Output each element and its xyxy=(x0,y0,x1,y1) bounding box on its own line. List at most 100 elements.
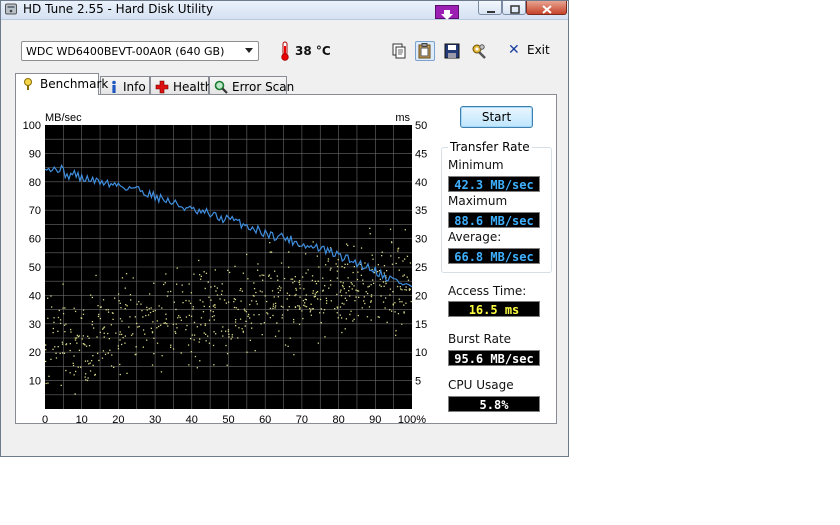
access-time-point xyxy=(234,265,236,267)
access-time-point xyxy=(389,228,392,230)
access-time-point xyxy=(257,269,259,271)
access-time-point xyxy=(90,294,92,296)
access-time-point xyxy=(107,311,110,313)
minimize-button[interactable] xyxy=(478,1,502,15)
access-time-point xyxy=(91,324,93,326)
y-axis-left-tick-label: 100 xyxy=(23,120,41,132)
access-time-point xyxy=(125,304,127,306)
access-time-point xyxy=(302,300,305,302)
clipboard-icon xyxy=(418,43,431,59)
access-time-point xyxy=(173,301,175,303)
access-time-point xyxy=(257,263,259,265)
access-time-point xyxy=(76,334,78,337)
access-time-point xyxy=(170,290,172,293)
access-time-point xyxy=(269,251,271,253)
access-time-point xyxy=(401,301,403,303)
access-time-point xyxy=(280,305,283,307)
access-time-point xyxy=(103,326,106,328)
access-time-point xyxy=(334,308,336,310)
access-time-point xyxy=(108,338,110,340)
access-time-point xyxy=(59,319,62,321)
access-time-point xyxy=(176,283,178,285)
tab-benchmark[interactable]: Benchmark xyxy=(15,73,108,95)
access-time-point xyxy=(315,283,318,285)
access-time-point xyxy=(124,287,126,289)
start-button[interactable]: Start xyxy=(460,106,533,128)
burst-rate-label: Burst Rate xyxy=(448,332,512,346)
access-time-point xyxy=(59,352,61,355)
access-time-point xyxy=(233,306,236,309)
access-time-point xyxy=(348,286,351,288)
overlay-download-button[interactable] xyxy=(435,5,459,20)
access-time-point xyxy=(212,344,215,347)
access-time-point xyxy=(160,371,163,373)
access-time-point xyxy=(368,285,370,287)
save-button[interactable] xyxy=(442,41,462,61)
access-time-point xyxy=(63,324,66,326)
tab-error-scan[interactable]: Error Scan xyxy=(209,76,294,95)
access-time-point xyxy=(62,283,64,285)
access-time-point xyxy=(399,286,401,288)
copy-text-button[interactable] xyxy=(389,41,409,61)
access-time-point xyxy=(109,349,111,351)
tab-health[interactable]: Health xyxy=(150,76,212,95)
access-time-point xyxy=(74,337,76,339)
access-time-point xyxy=(165,273,167,275)
access-time-point xyxy=(122,337,124,339)
access-time-point xyxy=(342,282,344,284)
access-time-point xyxy=(87,360,89,362)
access-time-point xyxy=(368,306,371,308)
y-axis-right-tick-label: 30 xyxy=(415,234,427,246)
access-time-point xyxy=(147,314,150,316)
access-time-point xyxy=(211,316,214,318)
access-time-point xyxy=(322,277,324,279)
access-time-point xyxy=(358,296,360,298)
access-time-point xyxy=(192,308,194,310)
access-time-point xyxy=(80,317,82,319)
access-time-point xyxy=(317,342,319,344)
options-button[interactable] xyxy=(469,41,489,61)
close-button[interactable] xyxy=(526,1,567,15)
access-time-point xyxy=(210,286,212,288)
down-arrow-icon xyxy=(441,10,453,20)
access-time-point xyxy=(352,271,354,274)
access-time-point xyxy=(50,295,52,297)
access-time-point xyxy=(198,259,200,262)
access-time-point xyxy=(261,274,263,276)
access-time-point xyxy=(339,314,341,316)
access-time-point xyxy=(234,298,237,301)
access-time-point xyxy=(314,280,316,282)
access-time-point xyxy=(142,346,144,348)
access-time-point xyxy=(269,307,272,310)
access-time-point xyxy=(305,306,308,308)
access-time-point xyxy=(309,307,311,310)
access-time-point xyxy=(326,300,328,302)
burst-rate-readout: 95.6 MB/sec xyxy=(448,350,540,366)
access-time-point xyxy=(208,296,210,298)
access-time-point xyxy=(229,271,231,274)
access-time-point xyxy=(103,336,105,338)
maximize-button[interactable] xyxy=(502,1,526,15)
copy-screenshot-button[interactable] xyxy=(415,41,435,61)
access-time-point xyxy=(365,291,367,293)
access-time-point xyxy=(69,372,71,374)
access-time-point xyxy=(319,298,322,301)
access-time-point xyxy=(341,302,343,304)
access-time-point xyxy=(190,292,192,294)
x-axis-tick-label: 100% xyxy=(398,414,426,425)
access-time-point xyxy=(408,289,411,291)
access-time-point xyxy=(266,312,268,314)
access-time-point xyxy=(160,324,162,326)
access-time-point xyxy=(367,292,369,295)
access-time-label: Access Time: xyxy=(448,284,527,298)
access-time-point xyxy=(244,310,246,312)
access-time-point xyxy=(346,299,348,302)
maximize-icon xyxy=(510,5,520,14)
access-time-point xyxy=(370,301,372,303)
access-time-point xyxy=(213,315,215,317)
drive-select[interactable]: WDC WD6400BEVT-00A0R (640 GB) xyxy=(21,41,259,61)
access-time-point xyxy=(239,318,242,320)
access-time-point xyxy=(70,328,72,331)
access-time-point xyxy=(220,293,223,295)
access-time-point xyxy=(235,325,237,327)
